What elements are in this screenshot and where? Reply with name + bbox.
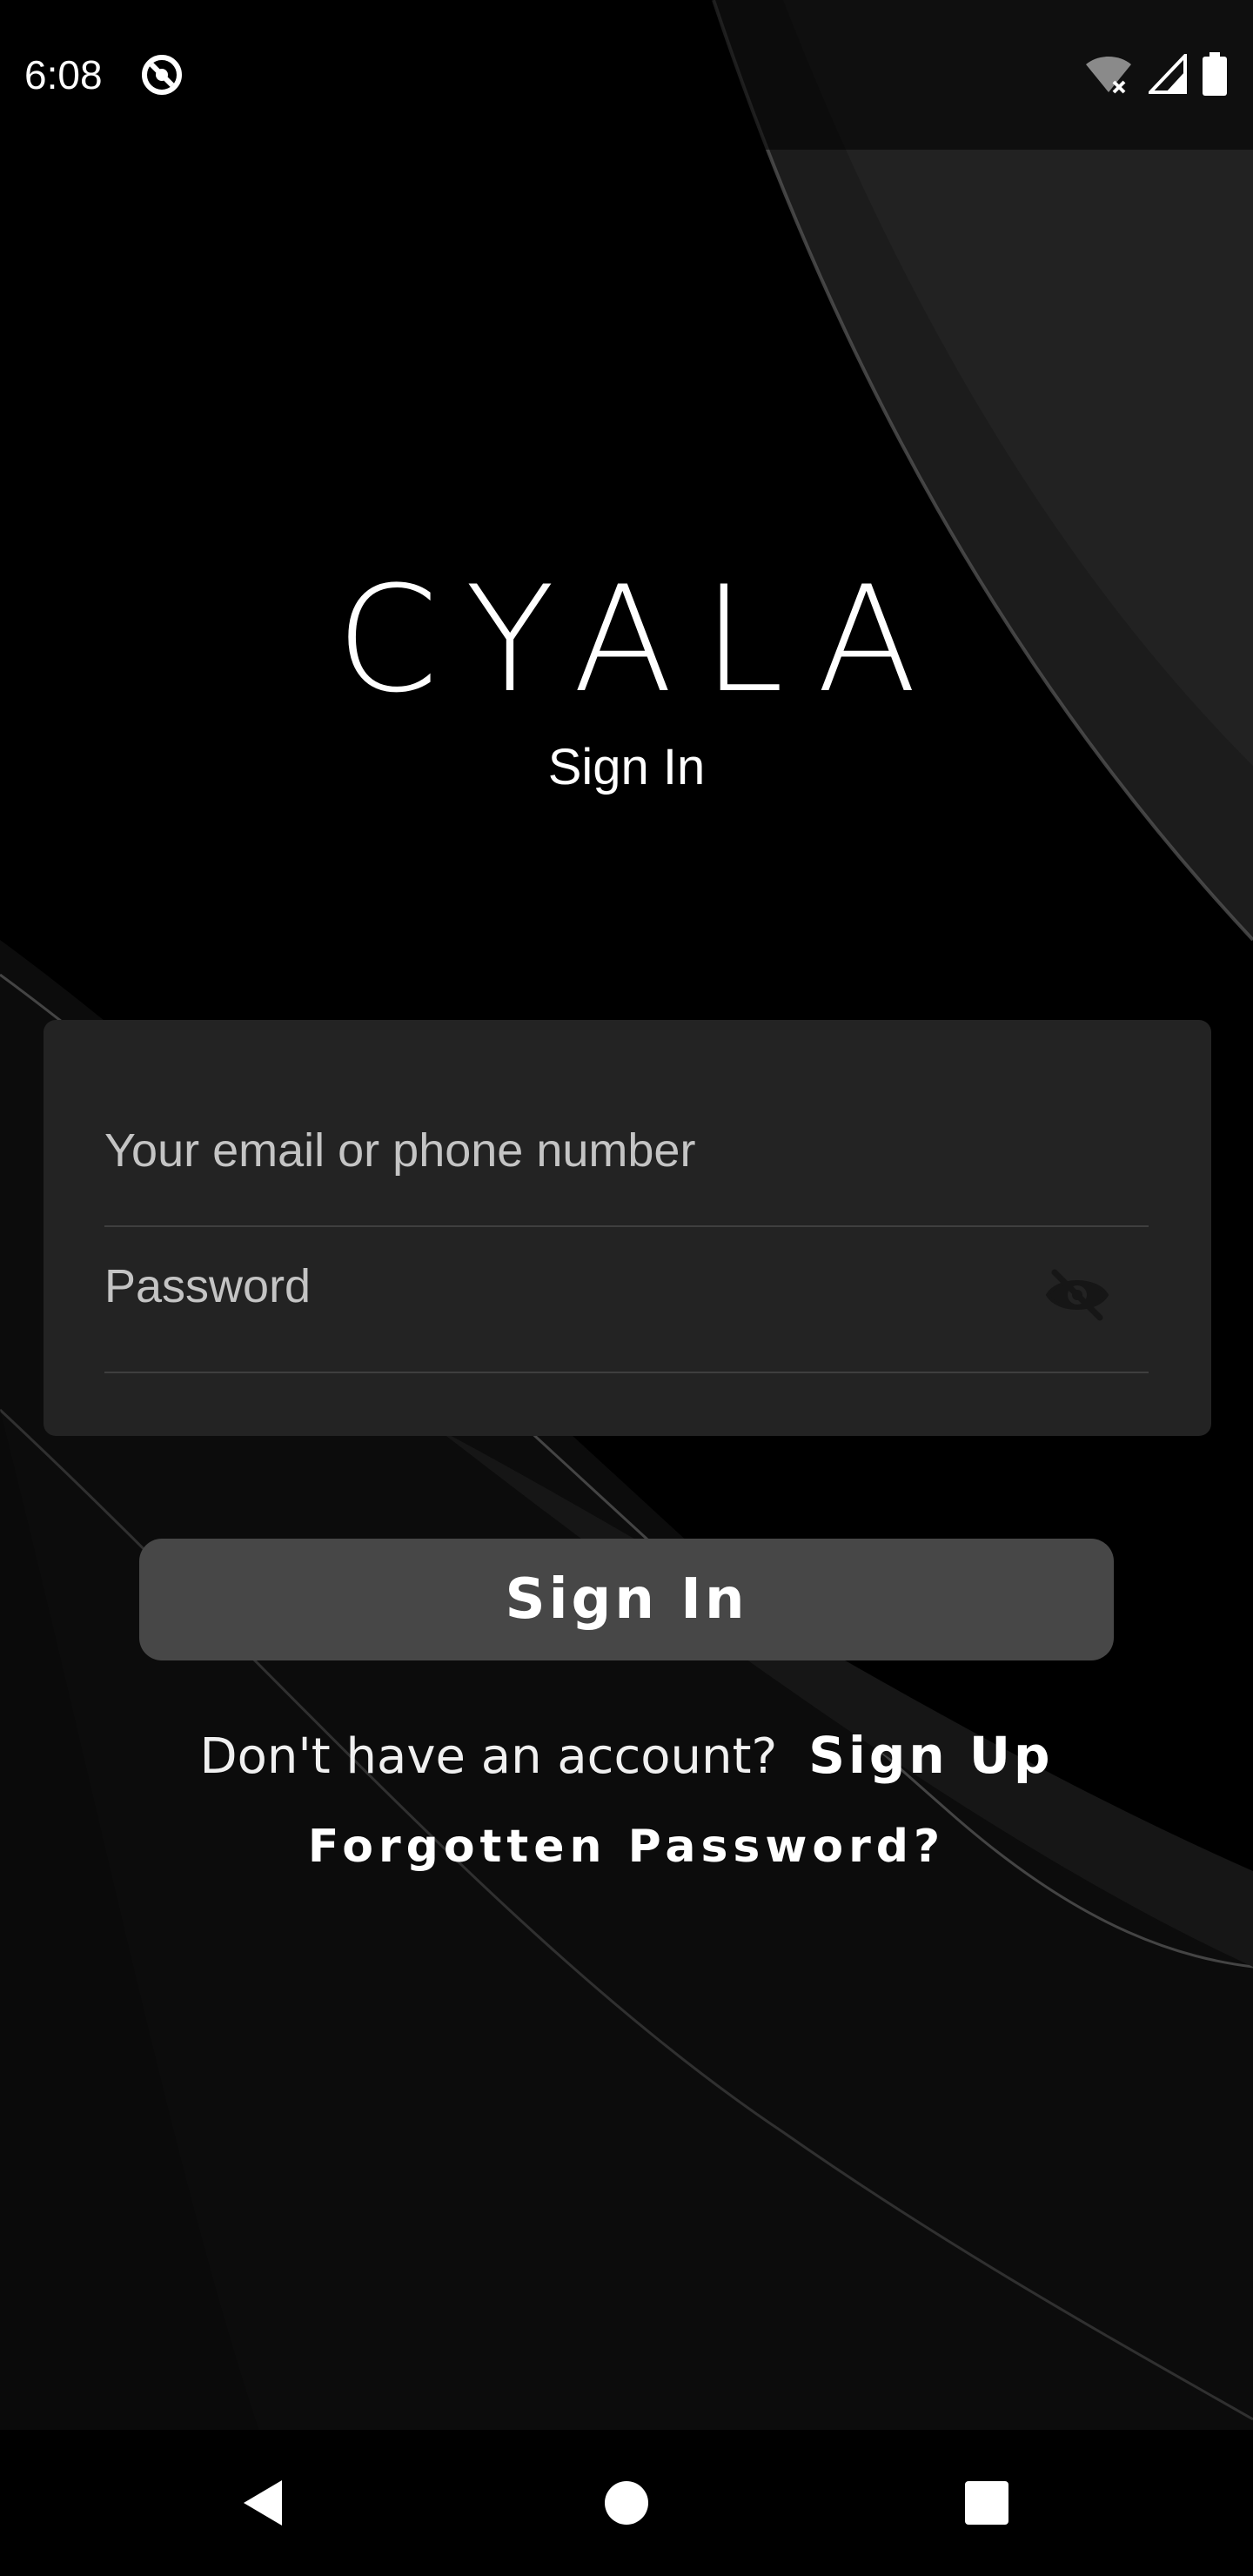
nav-back-button[interactable] bbox=[228, 2468, 298, 2538]
status-time: 6:08 bbox=[24, 52, 103, 97]
sign-in-button[interactable]: Sign In bbox=[139, 1539, 1114, 1660]
do-not-disturb-icon bbox=[142, 55, 182, 95]
page-title: Sign In bbox=[547, 739, 706, 795]
cellular-signal-icon bbox=[1149, 54, 1187, 94]
status-bar: 6:08 bbox=[0, 0, 1253, 150]
status-icons bbox=[1084, 52, 1227, 96]
app-logo: CYALA bbox=[336, 554, 947, 725]
password-visibility-toggle[interactable] bbox=[1041, 1258, 1114, 1332]
nav-recents-button[interactable] bbox=[952, 2468, 1022, 2538]
sign-up-link[interactable]: Sign Up bbox=[808, 1726, 1053, 1785]
forgot-password-link[interactable]: Forgotten Password? bbox=[0, 1812, 1253, 1882]
battery-full-icon bbox=[1203, 52, 1227, 96]
back-triangle-icon bbox=[244, 2480, 282, 2526]
email-field[interactable] bbox=[104, 1107, 1149, 1194]
password-field[interactable] bbox=[104, 1243, 1149, 1330]
sign-in-screen: 6:08 CYALA Sign In Your email or phone n… bbox=[0, 0, 1253, 2576]
email-field-wrapper bbox=[104, 1107, 1149, 1229]
wifi-off-icon bbox=[1086, 57, 1131, 94]
eye-off-icon bbox=[1045, 1269, 1109, 1321]
password-underline bbox=[104, 1372, 1149, 1373]
password-field-wrapper bbox=[104, 1243, 1149, 1375]
navigation-bar bbox=[0, 2430, 1253, 2576]
email-underline bbox=[104, 1225, 1149, 1227]
recents-square-icon bbox=[965, 2481, 1008, 2525]
nav-home-button[interactable] bbox=[592, 2468, 661, 2538]
sign-in-form bbox=[44, 1020, 1211, 1436]
no-account-text: Don't have an account? bbox=[199, 1728, 778, 1785]
home-circle-icon bbox=[605, 2481, 648, 2525]
signup-row: Don't have an account? Sign Up bbox=[0, 1716, 1253, 1796]
